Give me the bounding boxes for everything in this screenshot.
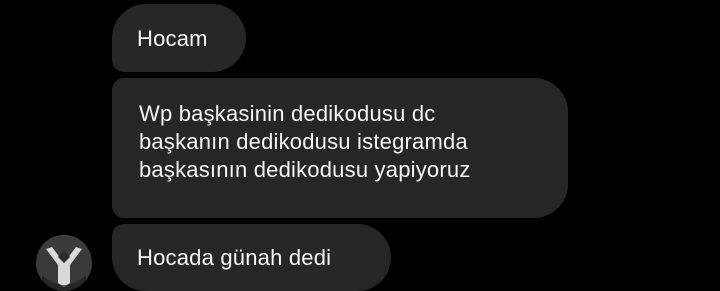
avatar-image xyxy=(37,236,91,291)
chat-thread: Hocam Wp başkasinin dedikodusu dc başkan… xyxy=(0,0,720,291)
message-bubble[interactable]: Wp başkasinin dedikodusu dc başkanın ded… xyxy=(112,78,568,218)
message-text: Hocada günah dedi xyxy=(137,245,332,270)
message-text: başkasının dedikodusu yapiyoruz xyxy=(139,157,471,182)
message-bubble[interactable]: Hocam xyxy=(112,4,246,72)
message-bubble[interactable]: Hocada günah dedi xyxy=(112,224,391,291)
message-text: başkanın dedikodusu istegramda xyxy=(139,129,468,154)
message-text: Hocam xyxy=(137,26,208,51)
message-text: Wp başkasinin dedikodusu dc xyxy=(139,101,436,126)
sender-avatar[interactable] xyxy=(36,235,92,291)
